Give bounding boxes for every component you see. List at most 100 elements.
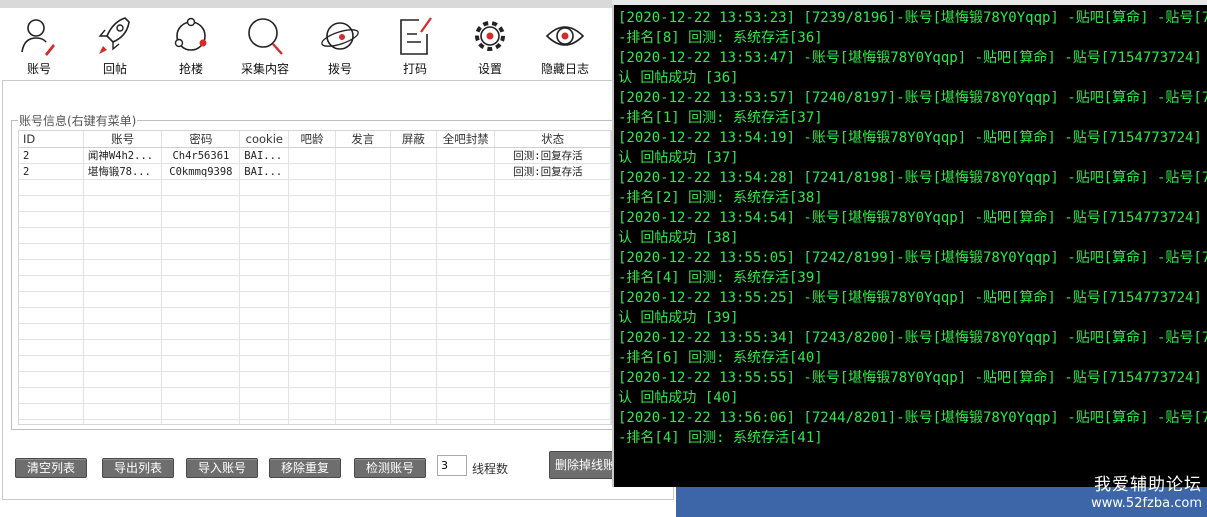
cell-banned	[436, 163, 496, 180]
column-header[interactable]: 账号	[83, 131, 163, 148]
empty-cell	[494, 307, 611, 324]
empty-cell	[288, 275, 336, 292]
thread-count-input[interactable]	[437, 455, 467, 476]
log-line: [2020-12-22 13:54:54] -账号[堪悔锻78Y0Yqqp] -…	[618, 210, 1207, 226]
log-console[interactable]: [2020-12-22 13:53:23] [7239/8196]-账号[堪悔锻…	[612, 0, 1207, 487]
empty-cell	[83, 275, 163, 292]
empty-cell	[83, 243, 163, 260]
empty-cell	[83, 211, 163, 228]
toolbar-account-button[interactable]: 账号	[4, 8, 74, 80]
user-icon	[21, 19, 55, 56]
empty-cell	[288, 179, 336, 196]
empty-cell	[436, 259, 496, 276]
toolbar-label: 采集内容	[240, 62, 289, 76]
empty-cell	[335, 403, 391, 420]
empty-cell	[335, 307, 391, 324]
log-line: 认 回帖成功 [36]	[618, 70, 739, 86]
toolbar-collect-button[interactable]: 采集内容	[230, 8, 300, 80]
empty-row	[19, 355, 611, 372]
empty-cell	[436, 371, 496, 388]
column-header[interactable]: ID	[19, 131, 84, 148]
toolbar-hide-log-button[interactable]: 隐藏日志	[530, 8, 600, 80]
empty-cell	[161, 323, 241, 340]
empty-cell	[83, 179, 163, 196]
empty-cell	[288, 339, 336, 356]
toolbar: 账号 回帖 抢楼 采集内容 拨号 打码 设置 隐藏日志	[0, 8, 676, 80]
empty-cell	[161, 419, 241, 424]
search-icon	[248, 18, 283, 55]
title-strip	[0, 0, 676, 8]
toolbar-captcha-button[interactable]: 打码	[380, 8, 450, 80]
empty-cell	[390, 307, 438, 324]
toolbar-settings-button[interactable]: 设置	[455, 8, 525, 80]
toolbar-dial-button[interactable]: 拨号	[305, 8, 375, 80]
empty-cell	[494, 243, 611, 260]
empty-cell	[288, 371, 336, 388]
cell-bar-age	[288, 163, 336, 180]
empty-cell	[436, 275, 496, 292]
empty-cell	[83, 355, 163, 372]
column-header[interactable]: 发言	[335, 131, 391, 148]
log-line: [2020-12-22 13:53:47] -账号[堪悔锻78Y0Yqqp] -…	[618, 50, 1207, 66]
check-accounts-button[interactable]: 检测账号	[354, 458, 426, 478]
log-line: 认 回帖成功 [38]	[618, 230, 739, 246]
cell-banned	[436, 147, 496, 164]
column-header[interactable]: cookie	[239, 131, 290, 148]
empty-cell	[335, 243, 391, 260]
column-header[interactable]: 屏蔽	[390, 131, 438, 148]
account-table[interactable]: ID 账号 密码 cookie 吧龄 发言 屏蔽 全吧封禁 状态 2 闻神W4h…	[18, 130, 612, 425]
column-header[interactable]: 全吧封禁	[436, 131, 496, 148]
export-list-button[interactable]: 导出列表	[102, 458, 174, 478]
empty-cell	[436, 339, 496, 356]
empty-cell	[335, 195, 391, 212]
table-header: ID 账号 密码 cookie 吧龄 发言 屏蔽 全吧封禁 状态	[19, 131, 611, 148]
empty-cell	[494, 323, 611, 340]
empty-cell	[288, 211, 336, 228]
cell-status: 回测:回复存活	[494, 163, 611, 180]
log-line: [2020-12-22 13:54:19] -账号[堪悔锻78Y0Yqqp] -…	[618, 130, 1207, 146]
empty-cell	[239, 243, 290, 260]
log-line: [2020-12-22 13:53:57] [7240/8197]-账号[堪悔锻…	[618, 90, 1207, 106]
empty-cell	[335, 387, 391, 404]
toolbar-grab-floor-button[interactable]: 抢楼	[156, 8, 226, 80]
log-line: -排名[4] 回测: 系统存活[39]	[618, 270, 823, 286]
planet-icon	[321, 22, 359, 50]
import-accounts-button[interactable]: 导入账号	[186, 458, 258, 478]
empty-cell	[494, 387, 611, 404]
log-line: [2020-12-22 13:56:06] [7244/8201]-账号[堪悔锻…	[618, 410, 1207, 426]
empty-cell	[19, 211, 84, 228]
empty-cell	[19, 243, 84, 260]
empty-row	[19, 243, 611, 260]
empty-cell	[288, 195, 336, 212]
log-line: -排名[1] 回测: 系统存活[37]	[618, 110, 823, 126]
empty-cell	[161, 291, 241, 308]
empty-cell	[288, 387, 336, 404]
empty-cell	[436, 291, 496, 308]
column-header[interactable]: 吧龄	[288, 131, 336, 148]
delete-offline-accounts-button[interactable]: 删除掉线账号	[549, 451, 615, 479]
clear-list-button[interactable]: 清空列表	[15, 458, 87, 478]
empty-cell	[19, 403, 84, 420]
column-header[interactable]: 密码	[161, 131, 241, 148]
empty-cell	[335, 339, 391, 356]
toolbar-reply-button[interactable]: 回帖	[80, 8, 150, 80]
gear-icon	[475, 21, 505, 51]
empty-cell	[19, 275, 84, 292]
table-row[interactable]: 2 堪悔锻78... C0kmmq9398 BAI... 回测:回复存活	[19, 163, 611, 180]
empty-cell	[83, 307, 163, 324]
empty-cell	[494, 403, 611, 420]
empty-cell	[161, 243, 241, 260]
rocket-icon	[98, 17, 130, 54]
empty-row	[19, 323, 611, 340]
empty-cell	[288, 403, 336, 420]
empty-cell	[19, 371, 84, 388]
empty-cell	[288, 323, 336, 340]
empty-cell	[161, 179, 241, 196]
log-line: -排名[8] 回测: 系统存活[36]	[618, 30, 823, 46]
empty-cell	[161, 387, 241, 404]
remove-duplicates-button[interactable]: 移除重复	[269, 458, 341, 478]
eye-icon	[545, 26, 585, 46]
column-header[interactable]: 状态	[494, 131, 611, 148]
table-row[interactable]: 2 闻神W4h2... Ch4r56361 BAI... 回测:回复存活	[19, 147, 611, 164]
empty-cell	[161, 307, 241, 324]
